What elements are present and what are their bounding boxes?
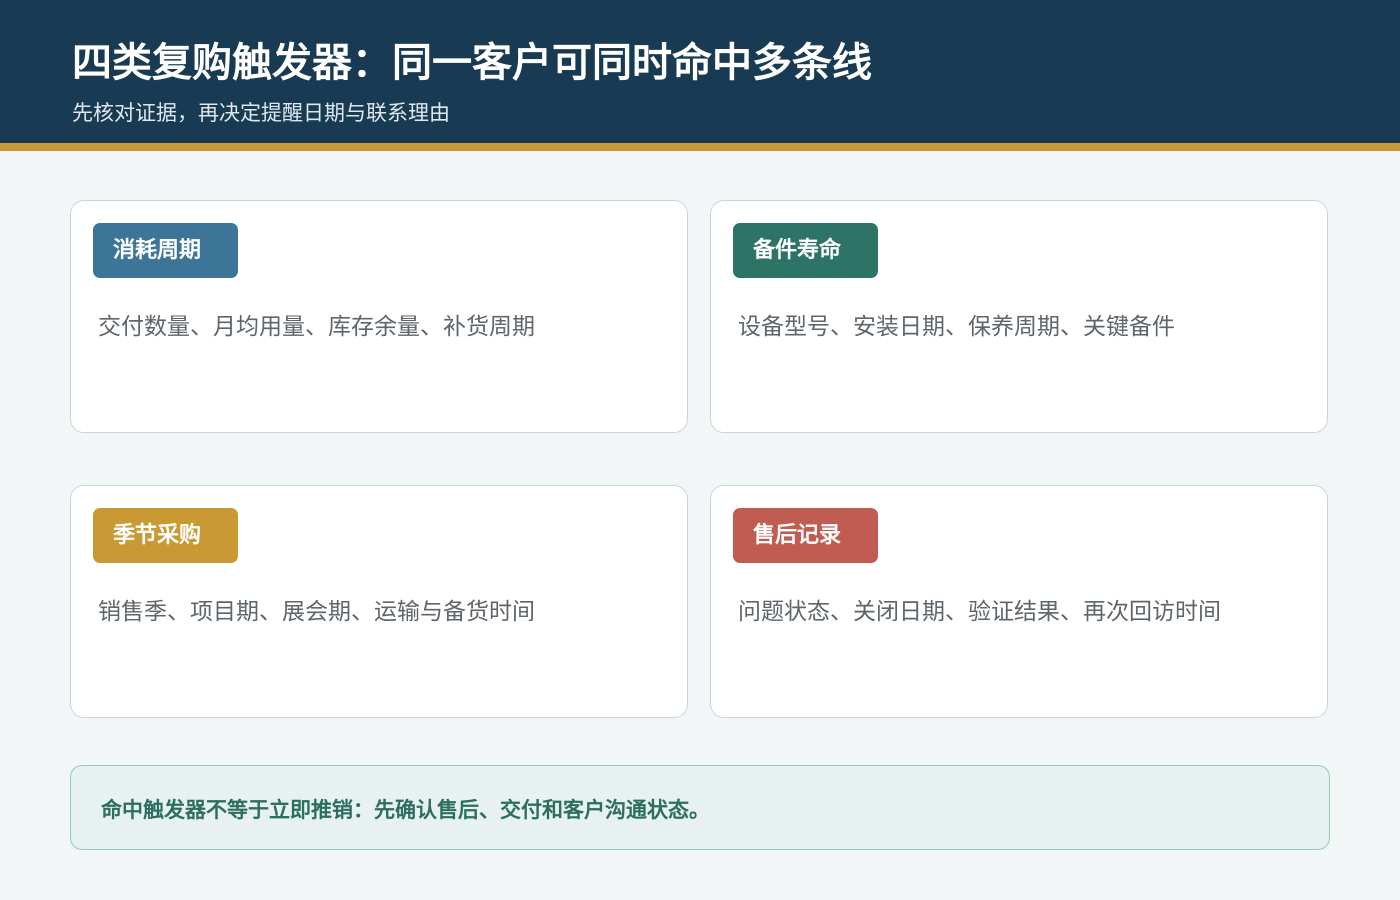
trigger-evidence-consumption: 交付数量、月均用量、库存余量、补货周期	[98, 314, 535, 340]
trigger-tag-spare-parts: 备件寿命	[733, 223, 878, 278]
trigger-evidence-spare-parts: 设备型号、安装日期、保养周期、关键备件	[738, 314, 1175, 340]
page-subtitle: 先核对证据，再决定提醒日期与联系理由	[72, 101, 450, 125]
header-banner: 四类复购触发器：同一客户可同时命中多条线 先核对证据，再决定提醒日期与联系理由	[0, 0, 1400, 151]
trigger-evidence-seasonal: 销售季、项目期、展会期、运输与备货时间	[98, 599, 535, 625]
caution-note-text: 命中触发器不等于立即推销：先确认售后、交付和客户沟通状态。	[101, 798, 710, 822]
trigger-tag-consumption: 消耗周期	[93, 223, 238, 278]
trigger-card-after-sales: 售后记录 问题状态、关闭日期、验证结果、再次回访时间	[710, 485, 1328, 718]
trigger-card-consumption: 消耗周期 交付数量、月均用量、库存余量、补货周期	[70, 200, 688, 433]
trigger-tag-after-sales: 售后记录	[733, 508, 878, 563]
caution-note: 命中触发器不等于立即推销：先确认售后、交付和客户沟通状态。	[70, 765, 1330, 850]
trigger-tag-seasonal: 季节采购	[93, 508, 238, 563]
trigger-card-seasonal: 季节采购 销售季、项目期、展会期、运输与备货时间	[70, 485, 688, 718]
page-title: 四类复购触发器：同一客户可同时命中多条线	[72, 40, 872, 86]
trigger-card-spare-parts: 备件寿命 设备型号、安装日期、保养周期、关键备件	[710, 200, 1328, 433]
trigger-evidence-after-sales: 问题状态、关闭日期、验证结果、再次回访时间	[738, 599, 1221, 625]
